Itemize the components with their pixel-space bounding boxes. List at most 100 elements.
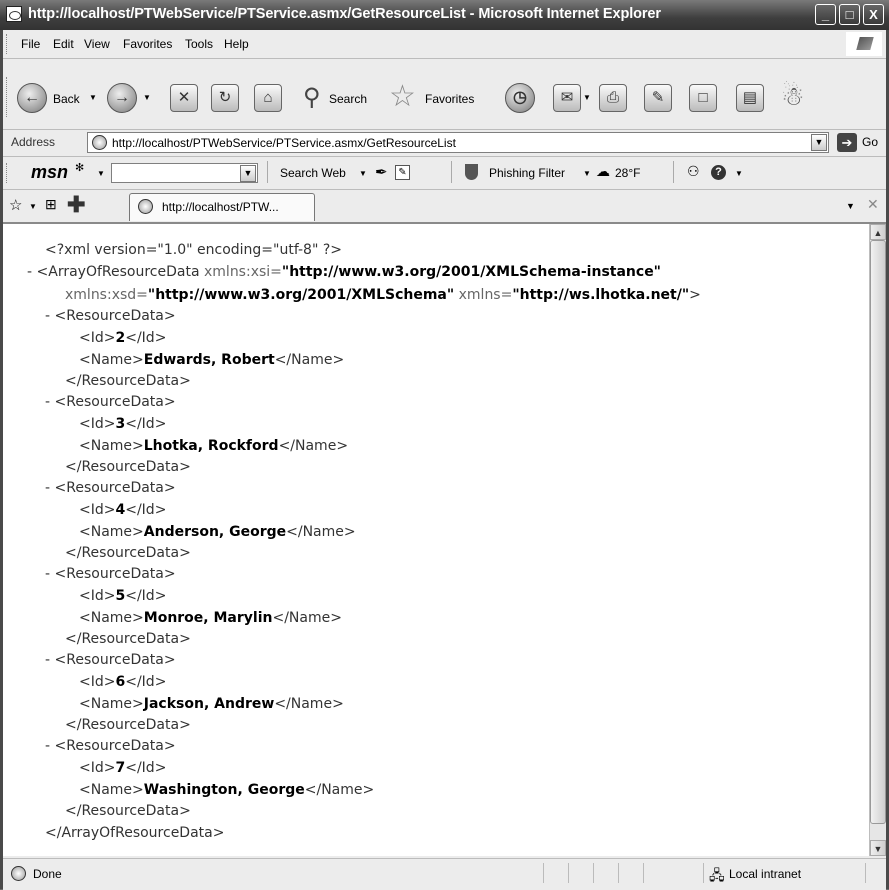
refresh-icon[interactable]: ↻ xyxy=(211,84,239,112)
edit-icon[interactable]: ✎ xyxy=(644,84,672,112)
messenger-icon[interactable]: ☃ xyxy=(781,81,804,112)
msn-dropdown-icon[interactable]: ▼ xyxy=(97,169,105,178)
xml-root-line-2: xmlns:xsd="http://www.w3.org/2001/XMLSch… xyxy=(65,287,701,303)
xml-item-open: - <ResourceData> xyxy=(45,308,176,324)
security-zone[interactable]: Local intranet xyxy=(729,867,801,881)
resource-id: 5 xyxy=(115,588,126,604)
search-web-button[interactable]: Search Web xyxy=(280,166,346,180)
menu-favorites[interactable]: Favorites xyxy=(123,37,172,51)
weather-cloud-icon: ☁ xyxy=(596,163,610,179)
resource-name: Jackson, Andrew xyxy=(143,696,275,712)
address-label: Address xyxy=(11,135,56,149)
xml-tag: <ResourceData> xyxy=(54,480,176,496)
tab-list-dropdown-icon[interactable]: ▼ xyxy=(846,201,855,211)
collapse-toggle[interactable]: - xyxy=(45,738,50,754)
menu-file[interactable]: File xyxy=(21,37,40,51)
status-cell xyxy=(543,863,544,883)
stop-icon[interactable]: ✕ xyxy=(170,84,198,112)
vertical-scrollbar[interactable]: ▲ ▼ xyxy=(869,224,886,856)
address-input[interactable]: http://localhost/PTWebService/PTService.… xyxy=(87,132,829,153)
maximize-button[interactable]: □ xyxy=(839,4,860,25)
scroll-thumb[interactable] xyxy=(870,240,886,824)
collapse-toggle[interactable]: - xyxy=(45,652,50,668)
favorites-star-icon[interactable]: ☆ xyxy=(389,79,416,114)
print-icon[interactable]: ⎙ xyxy=(599,84,627,112)
home-icon[interactable]: ⌂ xyxy=(254,84,282,112)
help-icon[interactable]: ? xyxy=(711,165,726,180)
msn-logo: msn xyxy=(31,162,69,182)
toolbar-grip[interactable] xyxy=(6,77,9,117)
people-icon[interactable]: ⚇ xyxy=(687,163,700,180)
forward-dropdown-icon[interactable]: ▼ xyxy=(143,93,151,102)
collapse-toggle[interactable]: - xyxy=(27,264,32,280)
address-dropdown-icon[interactable]: ▼ xyxy=(811,134,827,151)
scroll-down-icon[interactable]: ▼ xyxy=(870,840,886,856)
msn-search-input[interactable]: ▼ xyxy=(111,163,258,183)
xml-item-close: </ResourceData> xyxy=(65,545,191,561)
collapse-toggle[interactable]: - xyxy=(45,566,50,582)
toolbar-grip[interactable] xyxy=(6,163,9,183)
toolbar-grip[interactable] xyxy=(6,34,9,54)
phishing-filter-button[interactable]: Phishing Filter xyxy=(489,166,565,180)
address-url[interactable]: http://localhost/PTWebService/PTService.… xyxy=(112,136,456,150)
close-button[interactable]: X xyxy=(863,4,884,25)
xml-attr-value: "http://www.w3.org/2001/XMLSchema" xyxy=(147,287,455,303)
mail-dropdown-icon[interactable]: ▼ xyxy=(583,93,591,102)
menu-edit[interactable]: Edit xyxy=(53,37,74,51)
resource-id: 6 xyxy=(115,674,126,690)
status-cell xyxy=(593,863,594,883)
phishing-dropdown-icon[interactable]: ▼ xyxy=(583,169,591,178)
mail-icon[interactable]: ✉ xyxy=(553,84,581,112)
window-title: http://localhost/PTWebService/PTService.… xyxy=(28,6,661,22)
back-dropdown-icon[interactable]: ▼ xyxy=(89,93,97,102)
page-content: <?xml version="1.0" encoding="utf-8" ?> … xyxy=(3,224,869,856)
divider xyxy=(267,161,268,183)
resource-id: 3 xyxy=(115,416,126,432)
weather-temp[interactable]: 28°F xyxy=(615,166,640,180)
form-fill-icon[interactable]: ✎ xyxy=(395,165,410,180)
title-bar[interactable]: http://localhost/PTWebService/PTService.… xyxy=(0,0,889,30)
search-icon[interactable]: ⚲ xyxy=(303,83,321,112)
xml-name-line: <Name>Anderson, George</Name> xyxy=(79,524,356,540)
xml-root-line: - <ArrayOfResourceData xmlns:xsi="http:/… xyxy=(27,264,661,280)
search-web-dropdown-icon[interactable]: ▼ xyxy=(359,169,367,178)
forward-arrow-icon[interactable]: → xyxy=(107,83,137,113)
resource-id: 7 xyxy=(115,760,126,776)
status-cell xyxy=(643,863,644,883)
favorites-center-icon[interactable]: ☆ xyxy=(9,196,22,214)
close-tab-icon[interactable]: ✕ xyxy=(867,196,879,213)
menu-help[interactable]: Help xyxy=(224,37,249,51)
favorites-center-dropdown-icon[interactable]: ▼ xyxy=(29,202,37,211)
history-icon[interactable]: ◷ xyxy=(505,83,535,113)
xml-name-line: <Name>Monroe, Marylin</Name> xyxy=(79,610,342,626)
tab-label[interactable]: http://localhost/PTW... xyxy=(162,200,279,214)
collapse-toggle[interactable]: - xyxy=(45,394,50,410)
highlight-icon[interactable]: ✒ xyxy=(375,163,388,181)
resource-name: Lhotka, Rockford xyxy=(143,438,279,454)
collapse-toggle[interactable]: - xyxy=(45,308,50,324)
xml-tag: <ResourceData> xyxy=(54,566,176,582)
minimize-button[interactable]: _ xyxy=(815,4,836,25)
discuss-icon[interactable]: □ xyxy=(689,84,717,112)
back-arrow-icon[interactable]: ← xyxy=(17,83,47,113)
msn-search-dropdown-icon[interactable]: ▼ xyxy=(240,165,256,182)
new-tab-plus-icon[interactable]: ✚ xyxy=(67,192,85,218)
go-arrow-icon[interactable]: ➔ xyxy=(837,133,857,152)
help-dropdown-icon[interactable]: ▼ xyxy=(735,169,743,178)
menu-view[interactable]: View xyxy=(84,37,110,51)
address-bar: Address http://localhost/PTWebService/PT… xyxy=(3,130,886,157)
xml-id-line: <Id>2</Id> xyxy=(79,330,167,346)
add-favorite-icon[interactable]: ⊞ xyxy=(45,196,57,213)
research-icon[interactable]: ▤ xyxy=(736,84,764,112)
go-button-label[interactable]: Go xyxy=(862,135,878,149)
back-button-label[interactable]: Back xyxy=(53,92,80,106)
xml-name-line: <Name>Edwards, Robert</Name> xyxy=(79,352,345,368)
favorites-button-label[interactable]: Favorites xyxy=(425,92,474,106)
xml-attr-value: "http://ws.lhotka.net/" xyxy=(512,287,690,303)
xml-tag-end: > xyxy=(689,287,701,303)
scroll-up-icon[interactable]: ▲ xyxy=(870,224,886,240)
tab-current[interactable]: http://localhost/PTW... xyxy=(129,193,315,221)
menu-tools[interactable]: Tools xyxy=(185,37,213,51)
collapse-toggle[interactable]: - xyxy=(45,480,50,496)
search-button-label[interactable]: Search xyxy=(329,92,367,106)
